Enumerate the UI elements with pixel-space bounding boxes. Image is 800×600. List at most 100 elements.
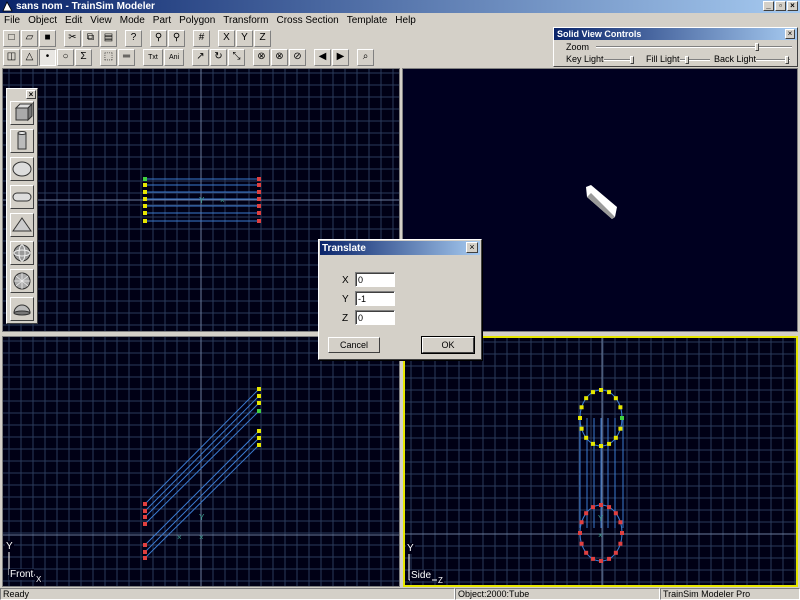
panel-close-button[interactable]: × bbox=[785, 29, 795, 39]
front-viewport-canvas[interactable]: Y × × bbox=[3, 337, 400, 587]
triangle-icon[interactable]: △ bbox=[21, 48, 38, 66]
vertex-marker bbox=[143, 204, 147, 208]
y-field[interactable] bbox=[355, 291, 395, 306]
sigma-icon[interactable]: Σ bbox=[75, 48, 92, 66]
no-z-icon[interactable]: ⊘ bbox=[289, 48, 306, 66]
palette-close-button[interactable]: × bbox=[26, 90, 36, 99]
y-axis-label: Y bbox=[5, 541, 14, 552]
status-bar: Ready Object:2000:Tube TrainSim Modeler … bbox=[0, 588, 800, 600]
menu-part[interactable]: Part bbox=[149, 15, 175, 26]
zoom-in-icon[interactable]: ⚲ bbox=[150, 29, 167, 47]
front-view-label: Front bbox=[9, 569, 35, 580]
maximize-button[interactable]: ▫ bbox=[775, 1, 786, 11]
menu-transform[interactable]: Transform bbox=[219, 15, 272, 26]
dialog-close-button[interactable]: × bbox=[466, 242, 478, 253]
circle-icon[interactable]: ○ bbox=[57, 48, 74, 66]
side-viewport-canvas[interactable]: Y × bbox=[405, 338, 796, 585]
vertex-marker bbox=[579, 541, 584, 546]
axis-x-icon[interactable]: X bbox=[218, 29, 235, 47]
help-icon[interactable]: ? bbox=[125, 29, 142, 47]
geosphere-shape-icon[interactable] bbox=[10, 269, 34, 293]
axis-y-icon[interactable]: Y bbox=[236, 29, 253, 47]
back-light-slider[interactable] bbox=[756, 56, 790, 64]
back-light-slider-thumb[interactable] bbox=[785, 56, 790, 64]
vertex-marker bbox=[590, 505, 595, 510]
ruler-icon[interactable]: ═ bbox=[118, 48, 135, 66]
vertex-marker bbox=[590, 556, 595, 561]
binoculars-icon[interactable]: ⌕ bbox=[357, 48, 374, 66]
x-field[interactable] bbox=[355, 272, 395, 287]
menu-help[interactable]: Help bbox=[391, 15, 420, 26]
zoom-slider-thumb[interactable] bbox=[754, 43, 759, 51]
point-icon[interactable]: • bbox=[39, 48, 56, 66]
x-label: X bbox=[342, 275, 349, 286]
vertex-marker bbox=[257, 219, 261, 223]
key-light-slider[interactable] bbox=[604, 56, 634, 64]
app-icon bbox=[2, 1, 13, 12]
vertex-marker bbox=[618, 520, 623, 525]
prev-icon[interactable]: ◀ bbox=[314, 48, 331, 66]
fill-light-slider[interactable] bbox=[680, 56, 710, 64]
minimize-button[interactable]: _ bbox=[763, 1, 774, 11]
close-button[interactable]: × bbox=[787, 1, 798, 11]
vertex-marker bbox=[143, 522, 147, 526]
z-field[interactable] bbox=[355, 310, 395, 325]
capsule-shape-icon[interactable] bbox=[10, 185, 34, 209]
vertex-marker bbox=[257, 409, 261, 413]
texture-icon[interactable]: Txt bbox=[143, 48, 163, 66]
ok-button[interactable]: OK bbox=[421, 336, 475, 354]
front-viewport[interactable]: Y × × Y Front X bbox=[2, 336, 400, 587]
vertex-marker bbox=[578, 416, 582, 420]
rotate-icon[interactable]: ↻ bbox=[210, 48, 227, 66]
move-icon[interactable]: ↗ bbox=[192, 48, 209, 66]
key-light-label: Key Light bbox=[566, 54, 604, 64]
next-icon[interactable]: ▶ bbox=[332, 48, 349, 66]
vertex-marker bbox=[257, 387, 261, 391]
solid-tube-model bbox=[586, 185, 617, 219]
box-shape-icon[interactable] bbox=[10, 101, 34, 125]
menu-cross-section[interactable]: Cross Section bbox=[272, 15, 342, 26]
select-face-icon[interactable]: ◫ bbox=[3, 48, 20, 66]
title-bar: sans nom - TrainSim Modeler _ ▫ × bbox=[0, 0, 800, 13]
new-file-icon[interactable]: □ bbox=[3, 29, 20, 47]
menu-template[interactable]: Template bbox=[343, 15, 392, 26]
cylinder-shape-icon[interactable] bbox=[10, 129, 34, 153]
copy-icon[interactable]: ⧉ bbox=[82, 29, 99, 47]
paste-icon[interactable]: ▤ bbox=[100, 29, 117, 47]
menu-mode[interactable]: Mode bbox=[116, 15, 149, 26]
vertex-marker bbox=[618, 426, 623, 431]
cut-icon[interactable]: ✂ bbox=[64, 29, 81, 47]
grid-icon[interactable]: # bbox=[193, 29, 210, 47]
vertex-marker bbox=[584, 550, 589, 555]
vertex-marker bbox=[143, 509, 147, 513]
vertex-marker bbox=[579, 520, 584, 525]
menu-object[interactable]: Object bbox=[24, 15, 61, 26]
sphere-shape-icon[interactable] bbox=[10, 241, 34, 265]
vertex-marker bbox=[257, 443, 261, 447]
cone-shape-icon[interactable] bbox=[10, 213, 34, 237]
save-icon[interactable]: ■ bbox=[39, 29, 56, 47]
cancel-button[interactable]: Cancel bbox=[328, 337, 380, 353]
menu-file[interactable]: File bbox=[0, 15, 24, 26]
vertex-marker bbox=[584, 435, 589, 440]
no-y-icon[interactable]: ⊗ bbox=[271, 48, 288, 66]
side-viewport[interactable]: Y × Y Side Z bbox=[403, 336, 798, 587]
axis-z-icon[interactable]: Z bbox=[254, 29, 271, 47]
status-product: TrainSim Modeler Pro bbox=[660, 588, 800, 600]
menu-edit[interactable]: Edit bbox=[61, 15, 86, 26]
vertex-marker bbox=[257, 436, 261, 440]
menu-view[interactable]: View bbox=[86, 15, 116, 26]
open-folder-icon[interactable]: ▱ bbox=[21, 29, 38, 47]
vertex-marker bbox=[618, 541, 623, 546]
no-x-icon[interactable]: ⊗ bbox=[253, 48, 270, 66]
menu-polygon[interactable]: Polygon bbox=[175, 15, 219, 26]
marquee-select-icon[interactable]: ⬚ bbox=[100, 48, 117, 66]
animation-icon[interactable]: Ani bbox=[164, 48, 184, 66]
key-light-slider-thumb[interactable] bbox=[630, 56, 634, 64]
scale-icon[interactable]: ⤡ bbox=[228, 48, 245, 66]
hemisphere-shape-icon[interactable] bbox=[10, 297, 34, 321]
zoom-out-icon[interactable]: ⚲ bbox=[168, 29, 185, 47]
fill-light-slider-thumb[interactable] bbox=[684, 56, 689, 64]
zoom-slider[interactable] bbox=[596, 43, 792, 51]
disc-shape-icon[interactable] bbox=[10, 157, 34, 181]
